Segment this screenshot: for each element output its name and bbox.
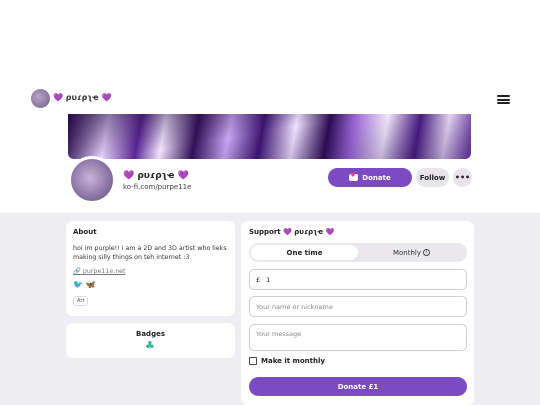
make-monthly-checkbox[interactable]: [249, 357, 257, 365]
badges-card: Badges ♣: [66, 323, 235, 358]
tab-monthly[interactable]: Monthly i: [358, 245, 465, 260]
badges-title: Badges: [136, 330, 165, 338]
cover-banner: [68, 114, 471, 159]
profile-name: 💜 ρυɾρʅҽ 💜: [123, 171, 189, 181]
amount-value: 1: [266, 275, 271, 284]
support-card: Support 💜 ρυɾρʅҽ 💜 One time Monthly i £ …: [241, 221, 474, 405]
social-links: 🐦 🦋: [73, 280, 95, 289]
donate-button-label: Donate: [362, 173, 391, 182]
amount-input[interactable]: £ 1: [249, 269, 467, 290]
make-monthly-label: Make it monthly: [261, 357, 325, 365]
link-icon: 🔗: [73, 268, 81, 275]
tab-monthly-label: Monthly: [392, 248, 422, 257]
butterfly-icon[interactable]: 🦋: [86, 280, 96, 289]
support-title: Support 💜 ρυɾρʅҽ 💜: [249, 228, 335, 236]
make-monthly-row[interactable]: Make it monthly: [249, 357, 325, 365]
category-tag[interactable]: Art: [73, 296, 89, 306]
profile-avatar: [68, 156, 116, 204]
info-icon[interactable]: i: [423, 249, 431, 256]
top-navbar: 💜 ρυɾρʅҽ 💜: [0, 85, 540, 115]
about-card: About hoi im purple!! i am a 2D and 3D a…: [66, 221, 235, 316]
coffee-cup-icon: [349, 172, 359, 181]
more-options-button[interactable]: •••: [453, 168, 472, 187]
submit-donate-button[interactable]: Donate £1: [249, 377, 467, 396]
website-link-label: purpe11e.net: [82, 268, 126, 275]
profile-url: ko-fi.com/purpe11e: [123, 183, 192, 191]
brand-name[interactable]: 💜 ρυɾρʅҽ 💜: [53, 93, 111, 102]
about-title: About: [73, 228, 97, 236]
frequency-toggle: One time Monthly i: [249, 243, 467, 262]
twitter-icon[interactable]: 🐦: [73, 280, 83, 289]
about-bio: hoi im purple!! i am a 2D and 3D artist …: [73, 245, 227, 261]
clover-icon[interactable]: ♣: [145, 339, 155, 352]
currency-symbol: £: [256, 275, 261, 284]
message-input[interactable]: Your message: [249, 324, 467, 351]
follow-button[interactable]: Follow: [416, 168, 449, 187]
name-input[interactable]: Your name or nickname: [249, 296, 467, 317]
tab-one-time[interactable]: One time: [251, 245, 358, 260]
hamburger-icon[interactable]: [497, 95, 510, 104]
brand-avatar[interactable]: [31, 89, 50, 108]
website-link[interactable]: 🔗 purpe11e.net: [73, 267, 126, 275]
donate-button[interactable]: Donate: [328, 168, 412, 187]
